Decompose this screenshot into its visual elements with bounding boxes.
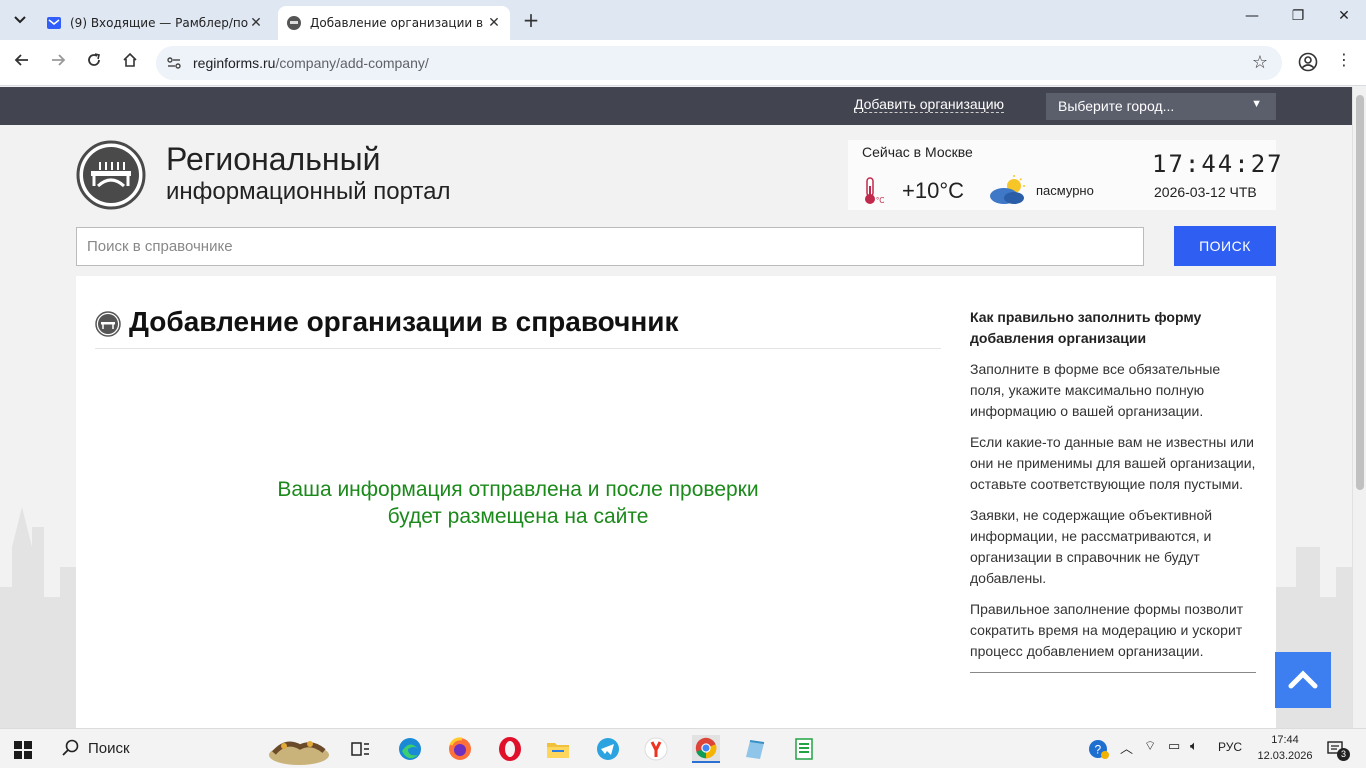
chrome-icon[interactable]: [692, 735, 720, 763]
opera-icon[interactable]: [496, 735, 524, 763]
sidebar-paragraph: Если какие-то данные вам не известны или…: [970, 434, 1256, 492]
task-view-icon[interactable]: [346, 735, 374, 763]
scrollbar-thumb[interactable]: [1356, 95, 1364, 490]
temperature-value: +10°C: [902, 178, 965, 203]
system-time: 17:44: [1271, 734, 1299, 746]
minimize-button[interactable]: —: [1242, 8, 1262, 24]
network-icon[interactable]: ⌔: [1144, 738, 1156, 754]
heading-divider: [95, 348, 941, 349]
show-hidden-icons-button[interactable]: ︿: [1120, 738, 1133, 757]
home-icon: [123, 52, 137, 67]
close-icon[interactable]: ✕: [248, 15, 264, 31]
notification-count-badge: 3: [1337, 748, 1350, 761]
search-button[interactable]: ПОИСК: [1174, 226, 1276, 266]
firefox-icon[interactable]: [446, 735, 474, 763]
site-logo-icon: [287, 16, 301, 30]
restore-button[interactable]: ❐: [1288, 8, 1308, 24]
brand-title: Региональный: [166, 141, 381, 177]
help-icon[interactable]: ?: [1088, 738, 1110, 760]
system-date: 12.03.2026: [1257, 750, 1313, 762]
windows-start-icon[interactable]: [14, 741, 32, 759]
dropdown-arrow-icon: ▼: [1251, 98, 1262, 110]
thermometer-icon: °C: [865, 177, 884, 205]
reload-button[interactable]: [84, 52, 104, 72]
page-title: Добавление организации в справочник: [129, 306, 679, 337]
arrow-left-icon: [14, 54, 28, 66]
city-select[interactable]: Выберите город... ▼: [1046, 93, 1276, 120]
address-bar[interactable]: reginforms.ru/company/add-company/ ☆: [156, 46, 1282, 80]
tab-rambler-mail[interactable]: (9) Входящие — Рамблер/почта ✕: [38, 6, 272, 40]
url-path: /company/add-company/: [275, 55, 429, 71]
tab-add-organization[interactable]: Добавление организации в справочник ✕: [278, 6, 510, 40]
mail-icon: [47, 17, 61, 29]
sidebar-paragraph: Заявки, не содержащие объективной информ…: [970, 507, 1213, 586]
success-message-line: Ваша информация отправлена и после прове…: [277, 478, 759, 501]
taskbar-search-label: Поиск: [88, 740, 130, 757]
success-message: Ваша информация отправлена и после прове…: [196, 476, 840, 530]
volume-icon[interactable]: 🔈︎: [1190, 738, 1198, 754]
spreadsheet-icon[interactable]: [790, 735, 818, 763]
svg-text:?: ?: [1095, 743, 1102, 757]
windows-taskbar: Поиск ? ︿ ⌔ ▭ 🔈︎ РУС 17:44 12.03.2026 3: [0, 728, 1366, 768]
new-tab-button[interactable]: +: [520, 8, 542, 32]
svg-text:°C: °C: [876, 196, 884, 205]
site-logo-icon: [95, 311, 121, 337]
system-clock[interactable]: 17:44 12.03.2026: [1256, 732, 1314, 764]
arrow-right-icon: [52, 54, 66, 66]
forward-button[interactable]: [48, 52, 68, 72]
close-window-button[interactable]: ✕: [1334, 8, 1354, 24]
page-scrollbar[interactable]: [1352, 87, 1366, 728]
telegram-icon[interactable]: [594, 735, 622, 763]
browser-menu-button[interactable]: ⋮: [1336, 50, 1352, 69]
site-logo[interactable]: [76, 140, 146, 210]
success-message-line: будет размещена на сайте: [387, 505, 649, 528]
brand-subtitle: информационный портал: [166, 178, 451, 205]
tab-title: Добавление организации в справочник: [310, 16, 486, 30]
edge-browser-icon[interactable]: [396, 735, 424, 763]
chevron-down-icon: [14, 16, 26, 24]
tab-search-button[interactable]: [8, 8, 32, 32]
search-highlight-image: [269, 741, 329, 765]
sidebar-title: Как правильно заполнить форму добавления…: [970, 309, 1202, 346]
browser-toolbar: reginforms.ru/company/add-company/ ☆ ⋮: [0, 40, 1366, 86]
page-viewport: Добавить организацию Выберите город... ▼…: [0, 87, 1352, 728]
sidebar-paragraph: Правильное заполнение формы позволит сок…: [970, 601, 1244, 659]
yandex-browser-icon[interactable]: [642, 735, 670, 763]
notepad-icon[interactable]: [740, 735, 768, 763]
cloudy-sun-icon: [990, 175, 1025, 204]
tab-title: (9) Входящие — Рамблер/почта: [70, 16, 248, 30]
current-time: 17:44:27: [1152, 150, 1284, 178]
back-button[interactable]: [12, 52, 32, 72]
notifications-button[interactable]: 3: [1326, 739, 1350, 761]
site-settings-icon[interactable]: [166, 55, 182, 71]
scroll-to-top-button[interactable]: [1275, 652, 1331, 708]
url-text: reginforms.ru/company/add-company/: [193, 55, 429, 71]
sidebar-divider: [970, 672, 1256, 673]
sidebar-paragraph: Заполните в форме все обязательные поля,…: [970, 361, 1221, 419]
weather-widget: Сейчас в Москве °C +10°C пасмурно 17:44:…: [848, 140, 1282, 210]
city-select-value: Выберите город...: [1058, 98, 1175, 114]
url-host: reginforms.ru: [193, 55, 276, 71]
taskbar-search[interactable]: Поиск: [52, 729, 342, 768]
battery-icon[interactable]: ▭: [1168, 738, 1180, 754]
directory-search-input[interactable]: [76, 227, 1144, 266]
instructions-sidebar: Как правильно заполнить форму добавления…: [970, 307, 1256, 673]
search-icon: [62, 739, 79, 756]
city-skyline-decoration: [0, 507, 80, 728]
close-icon[interactable]: ✕: [486, 15, 502, 31]
reload-icon: [88, 53, 100, 66]
browser-tab-bar: (9) Входящие — Рамблер/почта ✕ Добавлени…: [0, 0, 1366, 40]
add-organization-link[interactable]: Добавить организацию: [854, 96, 1005, 113]
file-explorer-icon[interactable]: [544, 735, 572, 763]
profile-icon[interactable]: [1298, 52, 1318, 72]
bookmark-star-icon[interactable]: ☆: [1252, 52, 1268, 73]
home-button[interactable]: [120, 52, 140, 72]
chevron-up-icon: [1288, 670, 1318, 689]
weather-title: Сейчас в Москве: [862, 144, 973, 160]
main-content: Добавление организации в справочник Ваша…: [76, 276, 1276, 728]
language-indicator[interactable]: РУС: [1218, 740, 1242, 754]
current-date: 2026-03-12 ЧТВ: [1154, 184, 1257, 200]
site-top-bar: Добавить организацию Выберите город... ▼: [0, 87, 1352, 125]
weather-condition: пасмурно: [1036, 183, 1094, 198]
